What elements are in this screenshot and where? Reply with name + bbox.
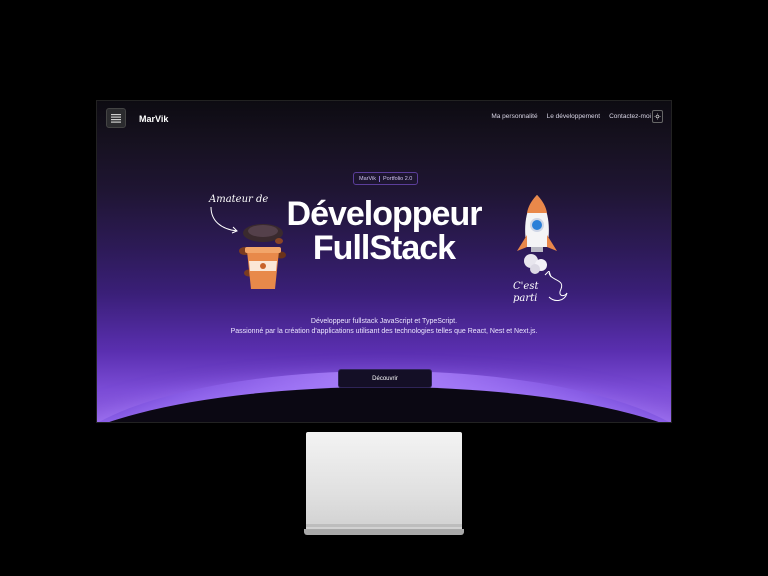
sun-icon[interactable] — [652, 110, 663, 123]
badge-separator — [379, 175, 381, 182]
right-note-line1: C'est — [513, 281, 539, 292]
monitor-mockup: MarVik Ma personnalité Le développement … — [0, 0, 768, 576]
logo-icon[interactable] — [106, 108, 126, 128]
navbar: MarVik Ma personnalité Le développement … — [97, 101, 671, 137]
nav-link-contact[interactable]: Contactez-moi — [609, 113, 651, 120]
hero-description-line1: Développeur fullstack JavaScript et Type… — [310, 318, 458, 325]
portfolio-badge: MarVik Portfolio 2.0 — [353, 172, 419, 185]
hero-title: Développeur FullStack — [97, 197, 671, 265]
nav-links: Ma personnalité Le développement Contact… — [491, 113, 651, 120]
coffee-cup-illustration — [239, 224, 286, 289]
badge-brand: MarVik — [359, 175, 377, 182]
stand-foot — [304, 529, 464, 535]
badge-version: Portfolio 2.0 — [383, 175, 413, 182]
website-screen: MarVik Ma personnalité Le développement … — [96, 100, 672, 423]
stand-hinge — [306, 524, 462, 527]
hero-title-line2: FullStack — [312, 229, 456, 267]
brand-name[interactable]: MarVik — [139, 114, 168, 124]
rocket-illustration — [517, 195, 557, 274]
nav-link-personality[interactable]: Ma personnalité — [491, 113, 537, 120]
hero-description-line2: Passionné par la création d'applications… — [230, 328, 538, 335]
hero-title-line1: Développeur — [286, 195, 483, 233]
nav-link-development[interactable]: Le développement — [547, 113, 601, 120]
monitor-stand — [304, 432, 464, 535]
hero-description: Développeur fullstack JavaScript et Type… — [97, 317, 671, 337]
right-note-line2: parti — [513, 293, 538, 304]
left-note: Amateur de — [209, 194, 269, 205]
discover-button[interactable]: Découvrir — [338, 369, 432, 388]
squiggle-arrow-icon — [544, 271, 568, 301]
